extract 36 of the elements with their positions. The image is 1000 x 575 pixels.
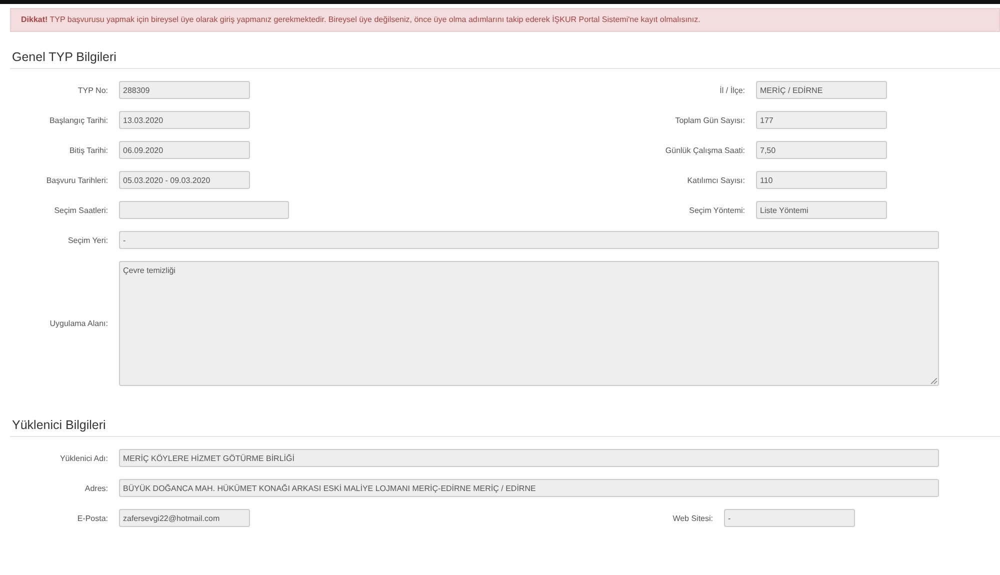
text-area[interactable]: Çevre temizliği [119,261,939,386]
section-title: Genel TYP Bilgileri [10,32,1000,69]
field-label: Seçim Yeri: [66,236,108,244]
field-label: Seçim Yöntemi: [688,206,745,214]
field-label: E-Posta: [76,514,108,522]
field-label: Uygulama Alanı: [48,319,108,328]
input-field[interactable] [119,201,289,219]
input-field[interactable]: - [119,231,939,249]
field-label: İl / İlçe: [718,86,745,94]
input-field[interactable]: MERİÇ KÖYLERE HİZMET GÖTÜRME BİRLİĞİ [119,449,939,467]
input-field[interactable]: Liste Yöntemi [756,201,887,219]
section-title: Yüklenici Bilgileri [10,400,1000,437]
field-label: Başlangıç Tarihi: [48,116,108,124]
field-label: TYP No: [76,86,108,94]
field-label: Adres: [84,484,108,492]
field-label: Günlük Çalışma Saati: [664,146,745,154]
input-field[interactable]: BÜYÜK DOĞANCA MAH. HÜKÜMET KONAĞI ARKASI ESKİ MALİYE LOJMANI MERİÇ-EDİRNE MERİÇ / EDİRNE [119,479,939,497]
input-field[interactable]: 06.09.2020 [119,141,250,159]
input-field[interactable]: zafersevgi22@hotmail.com [119,509,250,527]
field-label: Toplam Gün Sayısı: [674,116,745,124]
field-label: Başvuru Tarihleri: [45,176,108,184]
input-field[interactable]: 7,50 [756,141,887,159]
field-label: Bitiş Tarihi: [68,146,108,154]
input-field[interactable]: MERİÇ / EDİRNE [756,81,887,99]
input-field[interactable]: 110 [756,171,887,189]
input-field[interactable]: 177 [756,111,887,129]
input-field[interactable]: 05.03.2020 - 09.03.2020 [119,171,250,189]
field-label: Yüklenici Adı: [58,454,108,462]
field-label: Web Sitesi: [672,514,713,522]
warning-alert: Dikkat! TYP başvurusu yapmak için bireysel üye olarak giriş yapmanız gerekmektedir. Bireysel üye değilseniz, önce üye olma adımlarını takip ederek İŞKUR Portal Sistemi'ne kayıt olmalısınız. [10,8,1000,32]
field-label: Seçim Saatleri: [53,206,108,214]
input-field[interactable]: 13.03.2020 [119,111,250,129]
input-field[interactable]: - [724,509,855,527]
resize-handle-icon[interactable] [931,378,937,384]
input-field[interactable]: 288309 [119,81,250,99]
field-label: Katılımcı Sayısı: [686,176,745,184]
